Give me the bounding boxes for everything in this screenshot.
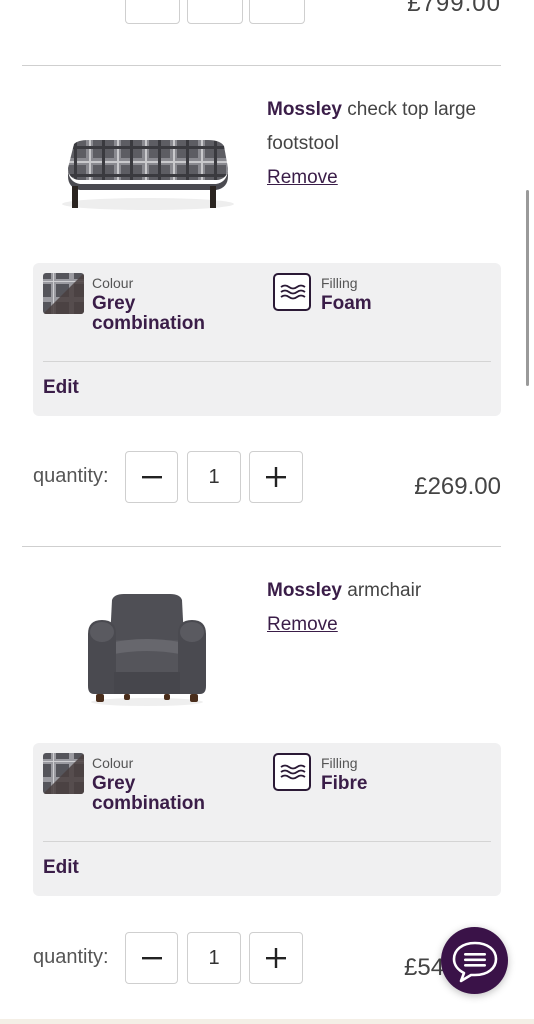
item-price: £269.00: [414, 473, 501, 500]
plus-icon: [266, 948, 286, 968]
quantity-increase-button[interactable]: [249, 0, 305, 24]
filling-label: Filling: [321, 755, 358, 771]
filling-value: Fibre: [321, 773, 368, 794]
product-brand: Mossley: [267, 99, 342, 120]
quantity-decrease-button[interactable]: [125, 932, 178, 984]
waves-icon: [273, 753, 311, 791]
plaid-swatch-icon: [43, 273, 84, 314]
colour-label: Colour: [92, 755, 134, 771]
product-brand: Mossley: [267, 580, 342, 601]
chat-button[interactable]: [441, 927, 508, 994]
chat-bubble-icon: [452, 941, 497, 982]
product-name: armchair: [341, 580, 422, 601]
footstool-image: [62, 140, 234, 210]
colour-swatch: [43, 753, 84, 794]
armchair-image: [88, 594, 206, 706]
item-divider: [22, 65, 501, 66]
filling-label: Filling: [321, 275, 358, 291]
product-options-panel: Colour Grey combination Filling Fibre Ed…: [33, 743, 501, 896]
colour-label: Colour: [92, 275, 134, 291]
remove-link[interactable]: Remove: [267, 167, 338, 189]
item-price: £799.00: [407, 0, 501, 17]
quantity-label: quantity:: [33, 946, 109, 968]
edit-button[interactable]: Edit: [43, 377, 79, 399]
filling-value: Foam: [321, 293, 372, 314]
plaid-swatch-icon: [43, 753, 84, 794]
remove-link[interactable]: Remove: [267, 614, 338, 636]
product-title: Mossley check top large footstool: [267, 93, 512, 161]
item-price: £54: [404, 954, 445, 981]
options-divider: [43, 361, 491, 362]
product-title: Mossley armchair: [267, 574, 512, 608]
quantity-decrease-button[interactable]: [125, 451, 178, 503]
colour-value: Grey combination: [92, 773, 205, 814]
colour-swatch: [43, 273, 84, 314]
minus-icon: [141, 957, 162, 960]
quantity-increase-button[interactable]: [249, 932, 303, 984]
product-image[interactable]: [84, 590, 210, 708]
product-options-panel: Colour Grey combination Filling Foam Edi…: [33, 263, 501, 416]
quantity-input[interactable]: [187, 0, 243, 24]
minus-icon: [141, 476, 162, 479]
bottom-strip: [0, 1019, 534, 1024]
quantity-label: quantity:: [33, 465, 109, 487]
item-divider: [22, 546, 501, 547]
edit-button[interactable]: Edit: [43, 857, 79, 879]
colour-value: Grey combination: [92, 293, 205, 334]
options-divider: [43, 841, 491, 842]
quantity-input[interactable]: 1: [187, 451, 241, 503]
quantity-input[interactable]: 1: [187, 932, 241, 984]
product-image[interactable]: [58, 130, 238, 216]
plus-icon: [266, 467, 286, 487]
waves-icon: [273, 273, 311, 311]
scrollbar[interactable]: [526, 190, 529, 386]
quantity-decrease-button[interactable]: [125, 0, 180, 24]
quantity-increase-button[interactable]: [249, 451, 303, 503]
